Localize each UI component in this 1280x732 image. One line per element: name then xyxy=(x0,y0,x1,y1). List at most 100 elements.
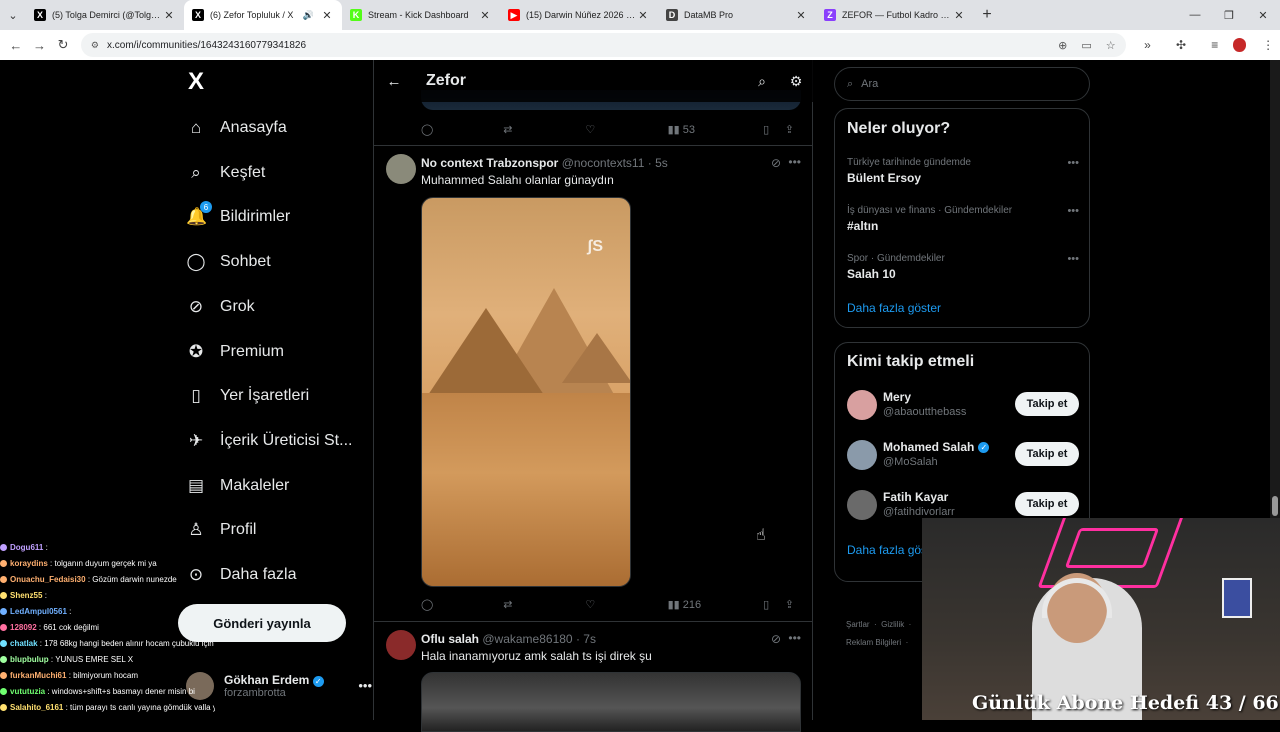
post-author-name[interactable]: No context Trabzonspor xyxy=(421,156,558,170)
footer-privacy-link[interactable]: Gizlilik xyxy=(881,620,904,629)
footer-terms-link[interactable]: Şartlar xyxy=(846,620,870,629)
views-count[interactable]: ▮▮ 53 xyxy=(668,123,755,136)
search-input[interactable]: ⌕ Ara xyxy=(834,67,1090,101)
back-icon[interactable]: ← xyxy=(4,38,28,53)
post-media-image[interactable]: ʃS xyxy=(421,197,631,587)
share-icon[interactable]: ⇪ xyxy=(778,123,801,136)
follow-button[interactable]: Takip et xyxy=(1015,392,1079,416)
trend-item[interactable]: İş dünyası ve finans · Gündemdekiler #alt… xyxy=(847,205,1079,233)
nav-item-6[interactable]: ▯ Yer İşaretleri xyxy=(186,376,309,416)
tab-close-icon[interactable]: ✕ xyxy=(794,9,808,22)
reload-icon[interactable]: ↻ xyxy=(51,37,75,53)
avatar[interactable] xyxy=(847,390,877,420)
tab-audio-icon[interactable]: 🔊 xyxy=(303,10,314,21)
follow-button[interactable]: Takip et xyxy=(1015,442,1079,466)
minimize-icon[interactable]: — xyxy=(1178,0,1212,30)
who-to-follow-show-more-link[interactable]: Daha fazla gös xyxy=(847,543,927,557)
tab-close-icon[interactable]: ✕ xyxy=(320,9,334,22)
profile-avatar-icon[interactable] xyxy=(1232,38,1247,52)
menu-icon[interactable]: ⋮ xyxy=(1256,38,1280,52)
x-logo-icon[interactable]: X xyxy=(188,68,204,96)
footer-ads-link[interactable]: Reklam Bilgileri xyxy=(846,638,901,647)
avatar[interactable] xyxy=(847,490,877,520)
browser-tab-1[interactable]: X (6) Zefor Topluluk / X 🔊 ✕ xyxy=(184,0,342,30)
tab-search-chevron-icon[interactable]: ⌄ xyxy=(0,0,26,30)
browser-tab-0[interactable]: X (5) Tolga Demirci (@Tolgadmrc✕ xyxy=(26,0,184,30)
follow-suggestion[interactable]: Mery @abaoutthebass Takip et xyxy=(847,388,1079,424)
suggestion-name[interactable]: Fatih Kayar xyxy=(883,490,948,504)
reply-icon[interactable]: ◯ xyxy=(421,123,503,136)
post-item[interactable]: No context Trabzonspor @nocontexts11 · 5… xyxy=(374,146,813,620)
trends-show-more-link[interactable]: Daha fazla göster xyxy=(847,301,941,315)
post-time[interactable]: 5s xyxy=(655,156,668,170)
nav-item-7[interactable]: ✈ İçerik Üreticisi St... xyxy=(186,421,353,461)
post-item[interactable]: Oflu salah @wakame86180 · 7s ⊘ ••• Hala … xyxy=(374,622,813,732)
settings-icon[interactable]: ⚙ xyxy=(779,73,813,90)
forward-icon[interactable]: → xyxy=(28,38,52,53)
search-icon[interactable]: ⌕ xyxy=(745,73,779,90)
views-count[interactable]: ▮▮ 216 xyxy=(668,598,755,611)
bookmark-icon[interactable]: ▯ xyxy=(755,123,778,136)
repost-icon[interactable]: ⇄ xyxy=(503,598,585,611)
extension-icon[interactable]: » xyxy=(1136,38,1160,52)
star-icon[interactable]: ☆ xyxy=(1106,39,1116,52)
install-icon[interactable]: ▭ xyxy=(1081,39,1091,52)
more-dots-icon[interactable]: ••• xyxy=(788,155,801,169)
post-time[interactable]: 7s xyxy=(583,632,596,646)
tab-close-icon[interactable]: ✕ xyxy=(162,9,176,22)
tab-close-icon[interactable]: ✕ xyxy=(636,9,650,22)
url-field[interactable]: ⚙ x.com/i/communities/164324316077934182… xyxy=(80,33,1126,57)
like-icon[interactable]: ♡ xyxy=(585,598,667,611)
new-tab-button[interactable]: + xyxy=(974,6,1000,24)
post-author-handle[interactable]: @wakame86180 xyxy=(482,632,572,646)
more-dots-icon[interactable]: ••• xyxy=(788,631,801,645)
browser-tab-2[interactable]: K Stream - Kick Dashboard ✕ xyxy=(342,0,500,30)
nav-item-3[interactable]: ◯ Sohbet xyxy=(186,242,270,282)
nav-item-5[interactable]: ✪ Premium xyxy=(186,332,284,372)
tab-close-icon[interactable]: ✕ xyxy=(952,9,966,22)
nav-item-4[interactable]: ⊘ Grok xyxy=(186,287,255,327)
browser-tab-3[interactable]: ▶ (15) Darwin Núñez 2026 - Ama✕ xyxy=(500,0,658,30)
back-arrow-icon[interactable]: ← xyxy=(374,73,414,90)
reply-icon[interactable]: ◯ xyxy=(421,598,503,611)
scrollbar-thumb[interactable] xyxy=(1272,496,1278,516)
share-icon[interactable]: ⇪ xyxy=(778,598,801,611)
nav-item-1[interactable]: ⌕ Keşfet xyxy=(186,153,265,193)
like-icon[interactable]: ♡ xyxy=(585,123,667,136)
browser-tab-4[interactable]: D DataMB Pro ✕ xyxy=(658,0,816,30)
browser-tab-5[interactable]: Z ZEFOR — Futbol Kadro Planlar✕ xyxy=(816,0,974,30)
site-info-icon[interactable]: ⚙ xyxy=(91,40,99,51)
close-window-icon[interactable]: ✕ xyxy=(1246,0,1280,30)
bookmark-icon: ▯ xyxy=(191,386,201,406)
post-author-name[interactable]: Oflu salah xyxy=(421,632,479,646)
more-dots-icon[interactable]: ••• xyxy=(1067,205,1079,217)
more-dots-icon[interactable]: ••• xyxy=(358,678,372,693)
trend-item[interactable]: Spor · Gündemdekiler Salah 10 ••• xyxy=(847,253,1079,281)
restore-icon[interactable]: ❐ xyxy=(1212,0,1246,30)
tab-favicon-icon: X xyxy=(34,9,46,21)
media-icon[interactable]: ≡ xyxy=(1203,38,1227,52)
avatar[interactable] xyxy=(386,154,416,184)
trend-item[interactable]: Türkiye tarihinde gündemde Bülent Ersoy ••… xyxy=(847,157,1079,185)
puzzle-icon[interactable]: ✣ xyxy=(1169,38,1193,52)
post-media-image[interactable] xyxy=(421,672,801,732)
repost-icon[interactable]: ⇄ xyxy=(503,123,585,136)
more-dots-icon[interactable]: ••• xyxy=(1067,157,1079,169)
avatar[interactable] xyxy=(847,440,877,470)
nav-item-2[interactable]: 🔔 6 Bildirimler xyxy=(186,197,290,237)
suggestion-name[interactable]: Mohamed Salah ✓ xyxy=(883,440,990,454)
post-author-handle[interactable]: @nocontexts11 xyxy=(562,156,645,170)
suggestion-name[interactable]: Mery xyxy=(883,390,911,404)
grok-icon[interactable]: ⊘ xyxy=(771,632,781,646)
tab-close-icon[interactable]: ✕ xyxy=(478,9,492,22)
avatar[interactable] xyxy=(386,630,416,660)
bookmark-icon[interactable]: ▯ xyxy=(755,598,778,611)
home-icon: ⌂ xyxy=(190,118,202,137)
zoom-icon[interactable]: ⊕ xyxy=(1058,39,1067,52)
follow-button[interactable]: Takip et xyxy=(1015,492,1079,516)
nav-item-8[interactable]: ▤ Makaleler xyxy=(186,466,289,506)
nav-item-0[interactable]: ⌂ Anasayfa xyxy=(186,108,287,148)
follow-suggestion[interactable]: Mohamed Salah ✓ @MoSalah Takip et xyxy=(847,438,1079,474)
grok-icon[interactable]: ⊘ xyxy=(771,156,781,170)
more-dots-icon[interactable]: ••• xyxy=(1067,253,1079,265)
